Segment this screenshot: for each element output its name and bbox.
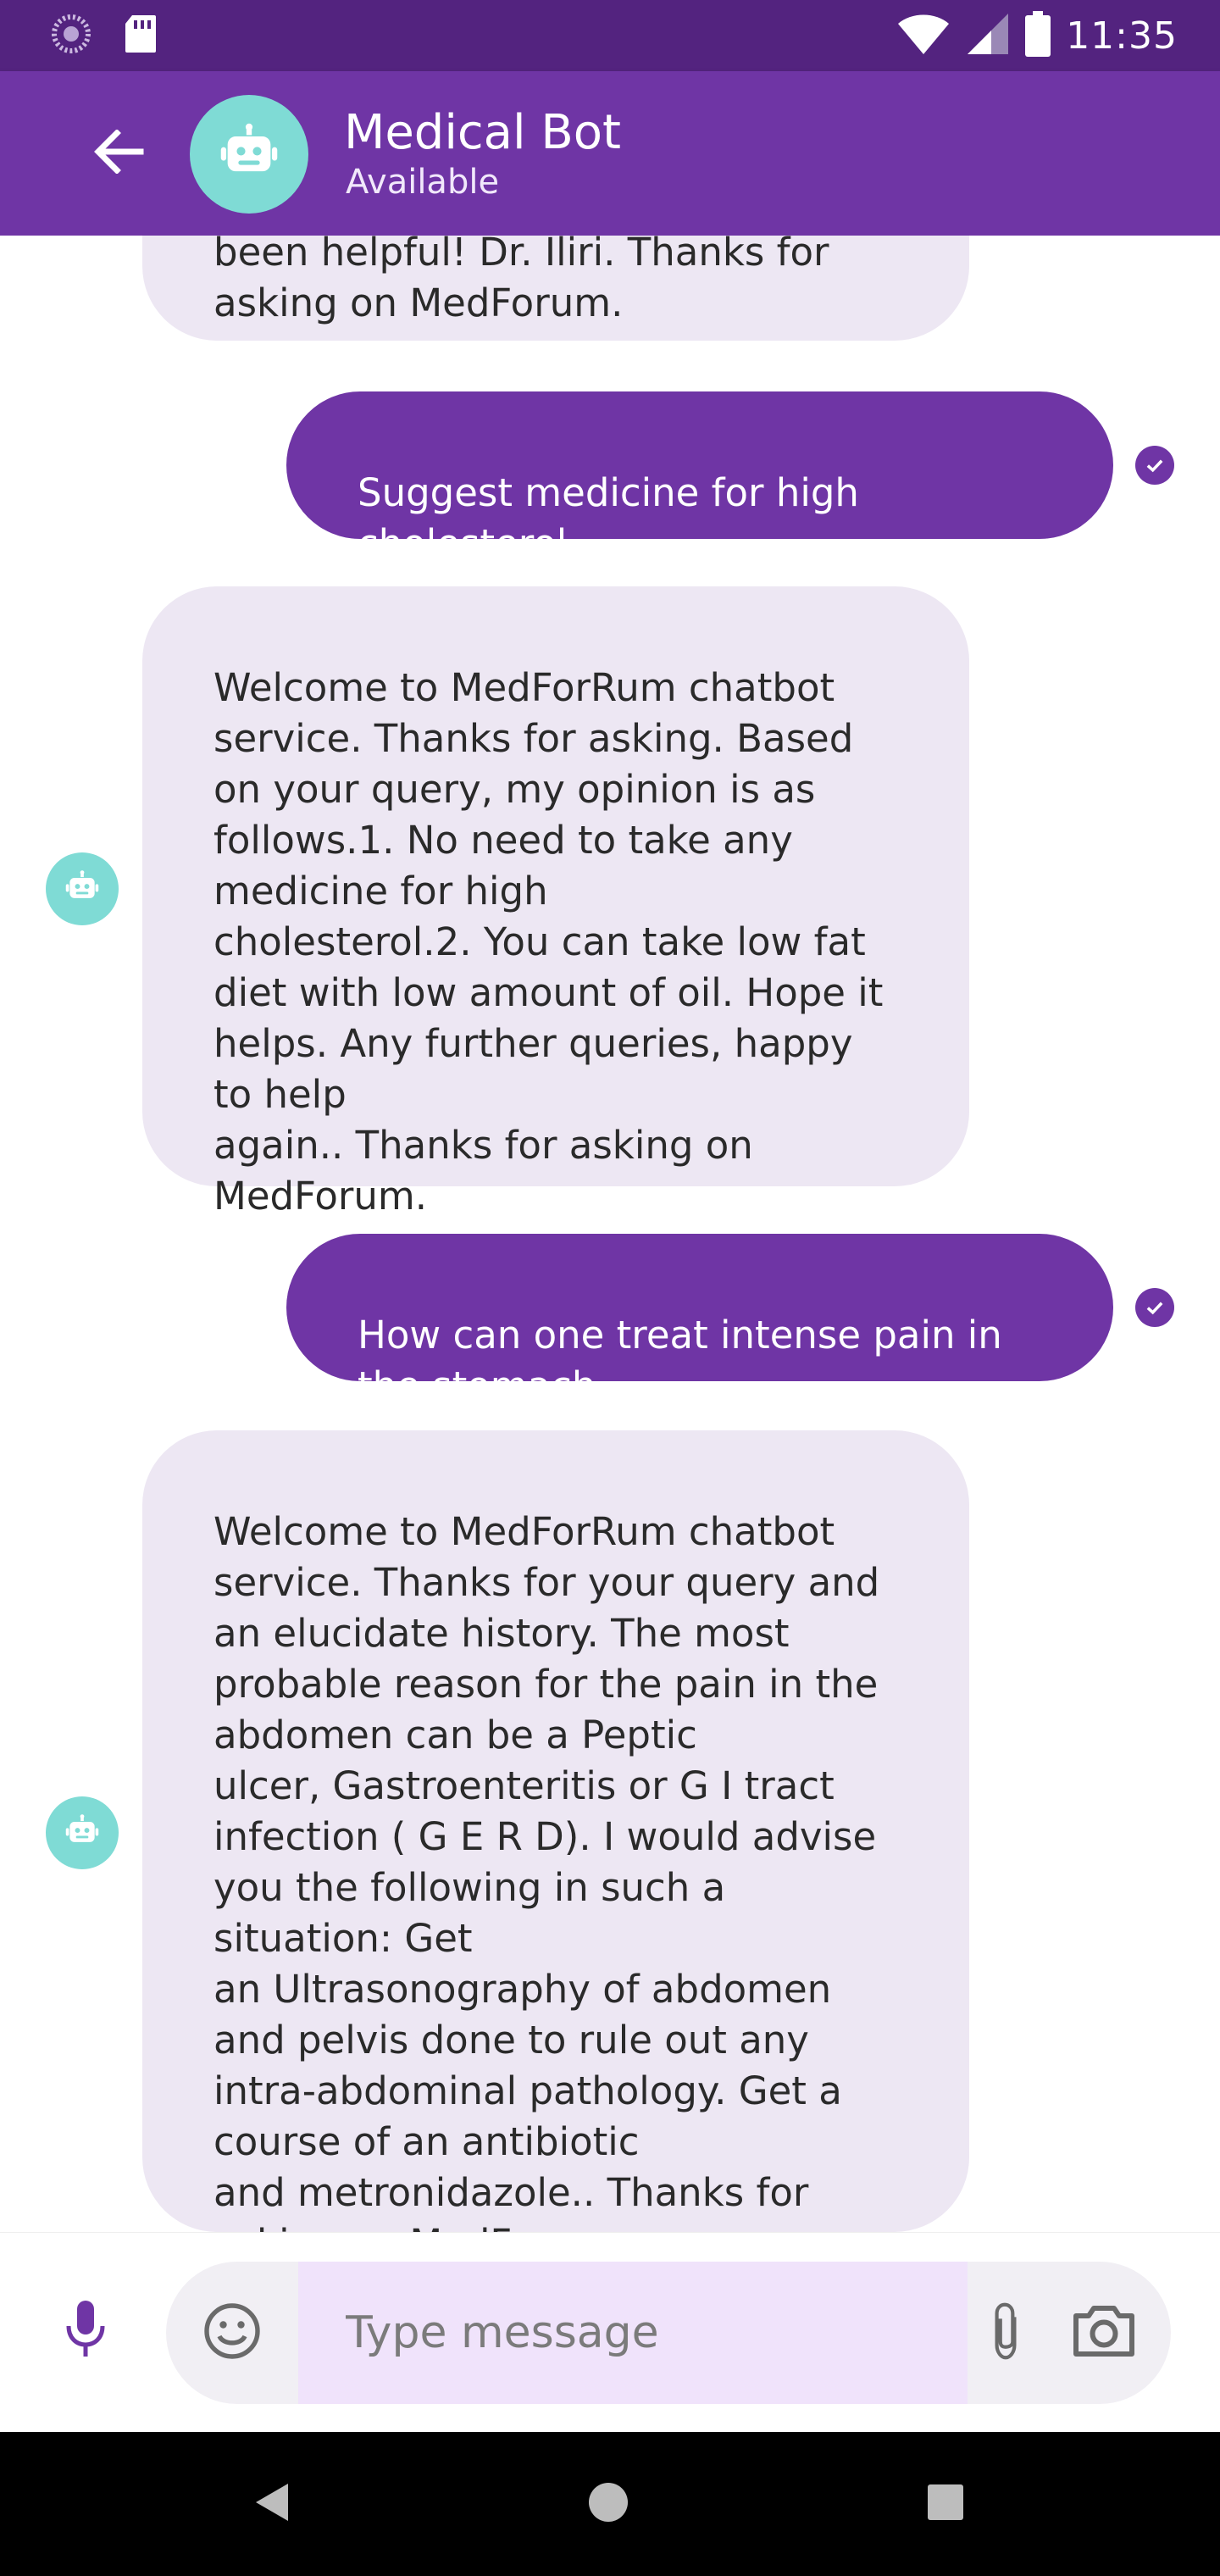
nav-recents-button[interactable] <box>912 2470 979 2538</box>
attach-button[interactable] <box>976 2299 1035 2367</box>
message-text: Welcome to MedForRum chatbot service. Th… <box>214 665 884 1219</box>
arrow-left-icon <box>93 129 144 177</box>
home-circle-icon <box>586 2480 630 2528</box>
app-bar: Medical Bot Available <box>0 71 1220 236</box>
user-message: Suggest medicine for high cholesterol <box>286 391 1113 566</box>
bot-message: Welcome to MedForRum chatbot service. Th… <box>142 586 969 1219</box>
robot-icon <box>64 869 101 909</box>
back-button[interactable] <box>85 124 152 183</box>
check-circle-icon <box>1135 1288 1174 1327</box>
user-message: How can one treat intense pain in the st… <box>286 1234 1113 1408</box>
bot-avatar[interactable] <box>190 95 308 214</box>
wifi-icon <box>896 12 951 59</box>
bot-message: been helpful! Dr. Iliri. Thanks for aski… <box>142 236 969 341</box>
message-text: been helpful! Dr. Iliri. Thanks for aski… <box>214 236 829 325</box>
bot-avatar-small[interactable] <box>46 852 119 925</box>
composer-bar <box>0 2232 1220 2433</box>
sd-card-icon <box>124 14 158 58</box>
robot-icon <box>217 120 281 188</box>
message-input[interactable] <box>298 2262 968 2404</box>
signal-icon <box>966 12 1010 59</box>
message-list[interactable]: been helpful! Dr. Iliri. Thanks for aski… <box>0 236 1220 2232</box>
paperclip-icon <box>984 2299 1027 2367</box>
bot-message: Welcome to MedForRum chatbot service. Th… <box>142 1430 969 2232</box>
camera-icon <box>1071 2303 1137 2362</box>
message-text: How can one treat intense pain in the st… <box>358 1313 1002 1408</box>
back-triangle-icon <box>252 2480 293 2528</box>
message-text: Welcome to MedForRum chatbot service. Th… <box>214 1509 880 2232</box>
system-nav-bar <box>0 2432 1220 2576</box>
emoji-icon <box>202 2301 263 2365</box>
robot-icon <box>64 1813 101 1853</box>
chat-status: Available <box>346 163 500 202</box>
spinner-icon <box>51 14 92 58</box>
recents-square-icon <box>926 2483 965 2525</box>
clock: 11:35 <box>1066 14 1178 58</box>
battery-icon <box>1025 11 1051 60</box>
nav-home-button[interactable] <box>574 2470 642 2538</box>
camera-button[interactable] <box>1066 2299 1142 2367</box>
microphone-icon <box>64 2299 107 2362</box>
voice-button[interactable] <box>47 2292 124 2368</box>
bot-avatar-small[interactable] <box>46 1796 119 1869</box>
chat-title: Medical Bot <box>344 105 621 160</box>
nav-back-button[interactable] <box>239 2470 307 2538</box>
emoji-button[interactable] <box>198 2299 266 2367</box>
message-text: Suggest medicine for high cholesterol <box>358 470 859 566</box>
message-input-container <box>166 2262 1171 2404</box>
check-circle-icon <box>1135 446 1174 485</box>
status-bar: 11:35 <box>0 0 1220 71</box>
